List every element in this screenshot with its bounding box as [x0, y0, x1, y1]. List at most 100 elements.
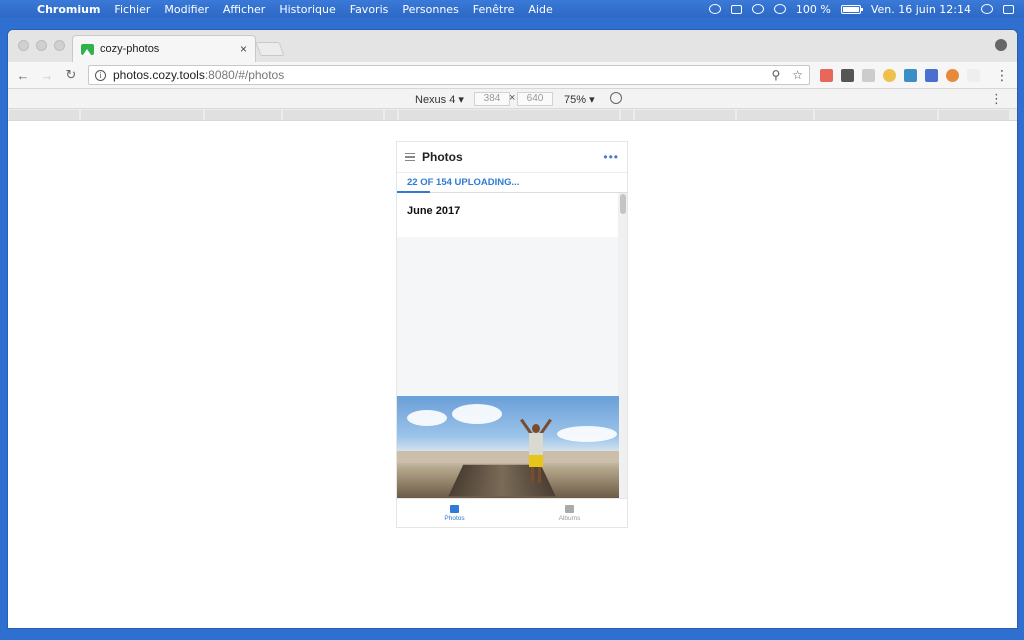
- photo-cloud: [557, 426, 617, 442]
- hamburger-menu-icon[interactable]: [405, 151, 415, 164]
- viewport-height-input[interactable]: 640: [517, 92, 553, 106]
- wifi-icon[interactable]: [773, 4, 786, 14]
- rotate-icon[interactable]: [610, 92, 622, 104]
- clock[interactable]: Ven. 16 juin 12:14: [871, 3, 971, 16]
- extension-qr-icon[interactable]: [841, 68, 854, 82]
- browser-window: cozy-photos × ← → ↻ i photos.cozy.tools …: [8, 30, 1017, 628]
- new-tab-button[interactable]: [255, 42, 285, 56]
- photo-person-leg: [538, 467, 541, 483]
- photos-favicon-icon: [81, 43, 94, 55]
- extension-react-icon[interactable]: [904, 68, 917, 82]
- tab-title: cozy-photos: [100, 43, 160, 55]
- extension-lastpass-icon[interactable]: [820, 68, 833, 82]
- tab-strip: cozy-photos ×: [8, 30, 1017, 62]
- address-bar[interactable]: i photos.cozy.tools :8080/#/photos ⚲ ☆: [88, 65, 810, 85]
- profile-icon[interactable]: [995, 39, 1007, 51]
- media-query-segment[interactable]: [399, 110, 619, 120]
- media-query-segment[interactable]: [385, 110, 397, 120]
- spotlight-icon[interactable]: [981, 4, 993, 14]
- bottom-navigation: Photos Albums: [397, 498, 627, 527]
- docker-icon[interactable]: [730, 4, 742, 14]
- albums-icon: [565, 505, 574, 513]
- zoom-select[interactable]: 75% ▾: [564, 93, 595, 106]
- tab-close-icon[interactable]: ×: [240, 42, 247, 56]
- photo-person-shirt: [529, 433, 543, 455]
- media-query-segment[interactable]: [9, 110, 79, 120]
- media-query-segment[interactable]: [737, 110, 813, 120]
- extension-redux-icon[interactable]: [925, 68, 938, 82]
- media-query-segment[interactable]: [815, 110, 937, 120]
- photos-timeline[interactable]: June 2017: [397, 193, 627, 498]
- viewport-width-input[interactable]: 384: [474, 92, 510, 106]
- menu-fichier[interactable]: Fichier: [107, 3, 157, 16]
- nav-photos-label: Photos: [444, 515, 465, 522]
- minimize-window-button[interactable]: [36, 40, 47, 51]
- notification-center-icon[interactable]: [1003, 4, 1014, 14]
- menu-aide[interactable]: Aide: [521, 3, 559, 16]
- device-name: Nexus 4: [415, 94, 456, 106]
- month-section-header: June 2017: [397, 193, 627, 237]
- window-controls: [18, 40, 65, 51]
- site-info-icon[interactable]: i: [95, 69, 106, 81]
- media-query-segment[interactable]: [205, 110, 281, 120]
- photo-cloud: [452, 404, 502, 424]
- back-arrow-icon[interactable]: ←: [16, 68, 30, 83]
- menu-modifier[interactable]: Modifier: [157, 3, 215, 16]
- media-query-segment[interactable]: [635, 110, 735, 120]
- close-window-button[interactable]: [18, 40, 29, 51]
- system-menubar: Chromium Fichier Modifier Afficher Histo…: [0, 0, 1024, 18]
- photo-thumbnail[interactable]: [397, 396, 619, 498]
- extension-misc-icon[interactable]: [967, 68, 980, 82]
- reload-icon[interactable]: ↻: [64, 67, 78, 83]
- upload-status-text: 22 OF 154 UPLOADING...: [407, 177, 520, 188]
- nav-albums-label: Albums: [558, 515, 581, 522]
- menu-afficher[interactable]: Afficher: [216, 3, 272, 16]
- photo-person: [520, 418, 552, 486]
- device-toolbar: Nexus 4 ▾ 384 × 640 75% ▾ ⋮: [8, 89, 1017, 109]
- menu-fenetre[interactable]: Fenêtre: [466, 3, 522, 16]
- forward-arrow-icon[interactable]: →: [40, 68, 54, 83]
- record-icon[interactable]: [708, 4, 721, 14]
- extension-color-icon[interactable]: [883, 68, 896, 82]
- status-area: 100 % Ven. 16 juin 12:14: [708, 2, 1024, 16]
- browser-menu-icon[interactable]: ⋮: [995, 67, 1009, 84]
- photo-person-leg: [531, 467, 534, 483]
- emulated-viewport-area: Photos ••• 22 OF 154 UPLOADING... June 2…: [8, 141, 1017, 628]
- dimension-separator: ×: [509, 92, 516, 104]
- extensions-bar: [820, 68, 980, 82]
- zoom-window-button[interactable]: [54, 40, 65, 51]
- browser-toolbar: ← → ↻ i photos.cozy.tools :8080/#/photos…: [8, 62, 1017, 89]
- app-header: Photos •••: [397, 142, 627, 173]
- extension-duckduckgo-icon[interactable]: [946, 68, 959, 82]
- bookmark-star-icon[interactable]: ☆: [792, 68, 803, 82]
- more-options-icon[interactable]: •••: [603, 150, 619, 164]
- nav-albums[interactable]: Albums: [512, 499, 627, 527]
- month-title: June 2017: [407, 205, 461, 217]
- volume-icon[interactable]: [751, 4, 764, 14]
- device-toolbar-more-icon[interactable]: ⋮: [990, 91, 1003, 107]
- extension-vue-icon[interactable]: [862, 68, 875, 82]
- device-select[interactable]: Nexus 4 ▾: [415, 93, 464, 106]
- media-query-segment[interactable]: [621, 110, 633, 120]
- menu-historique[interactable]: Historique: [272, 3, 342, 16]
- zoom-value: 75%: [564, 94, 587, 106]
- menu-personnes[interactable]: Personnes: [395, 3, 465, 16]
- upload-status-bar: 22 OF 154 UPLOADING...: [397, 173, 627, 193]
- battery-icon[interactable]: [840, 4, 863, 14]
- photos-icon: [450, 505, 459, 513]
- menu-app-name[interactable]: Chromium: [30, 3, 107, 16]
- photo-cloud: [407, 410, 447, 426]
- scrollbar-thumb[interactable]: [620, 194, 626, 214]
- photo-person-shorts: [529, 455, 543, 467]
- nav-photos[interactable]: Photos: [397, 499, 512, 527]
- media-query-segment[interactable]: [81, 110, 203, 120]
- phone-viewport: Photos ••• 22 OF 154 UPLOADING... June 2…: [396, 141, 628, 528]
- media-query-segment[interactable]: [283, 110, 383, 120]
- scrollbar-track[interactable]: [618, 193, 627, 498]
- media-query-bar: [8, 109, 1017, 121]
- media-query-segment[interactable]: [939, 110, 1009, 120]
- battery-percent: 100 %: [795, 2, 831, 16]
- menu-favoris[interactable]: Favoris: [343, 3, 396, 16]
- tab-cozy-photos[interactable]: cozy-photos ×: [72, 35, 256, 62]
- extension-pin-icon[interactable]: ⚲: [771, 68, 780, 82]
